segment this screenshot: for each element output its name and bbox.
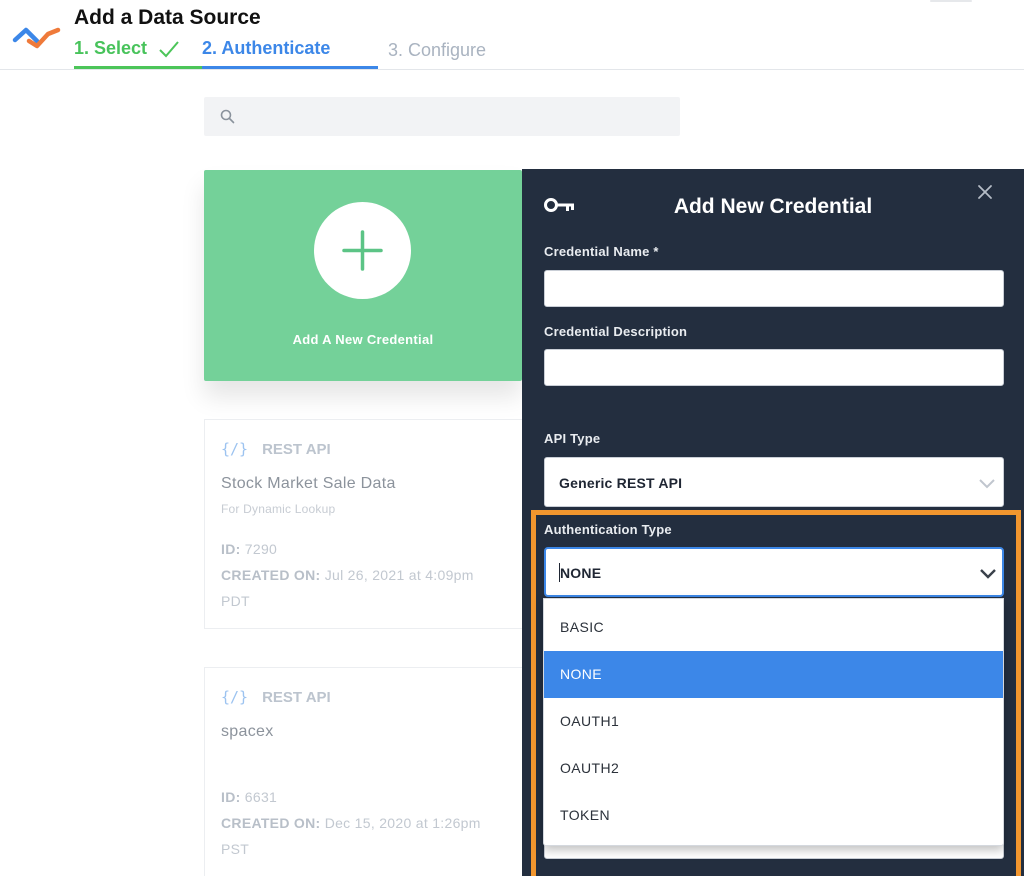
api-type-label: API Type	[544, 431, 601, 446]
credential-description-input[interactable]	[544, 349, 1004, 386]
credential-type-label: REST API	[262, 689, 331, 706]
id-label: ID:	[221, 541, 241, 557]
auth-option-oauth2[interactable]: OAUTH2	[544, 745, 1003, 792]
credential-id: 6631	[244, 789, 278, 805]
add-button-circle[interactable]	[314, 202, 411, 299]
checkmark-icon	[159, 41, 179, 58]
credential-name: Stock Market Sale Data	[221, 475, 396, 492]
search-bar[interactable]	[204, 97, 680, 136]
add-credential-card[interactable]: Add A New Credential	[204, 170, 522, 381]
modal-title: Add New Credential	[673, 195, 873, 218]
credential-subtitle: For Dynamic Lookup	[221, 502, 336, 516]
credential-meta: ID: 6631 CREATED ON: Dec 15, 2020 at 1:2…	[221, 784, 481, 862]
credential-name: spacex	[221, 723, 274, 740]
chevron-down-icon	[980, 569, 996, 579]
step-select-label: 1. Select	[74, 38, 148, 58]
api-type-select[interactable]: Generic REST API	[544, 457, 1004, 507]
credential-type-label: REST API	[262, 441, 331, 458]
app-logo-icon	[12, 27, 61, 49]
credential-meta: ID: 7290 CREATED ON: Jul 26, 2021 at 4:0…	[221, 536, 474, 614]
code-braces-icon: {/}	[221, 688, 249, 706]
api-type-value: Generic REST API	[559, 475, 683, 491]
auth-type-select[interactable]: NONE	[544, 547, 1004, 597]
credential-timezone: PST	[221, 841, 250, 857]
page-title: Add a Data Source	[74, 6, 261, 29]
credential-timezone: PDT	[221, 593, 250, 609]
auth-option-none[interactable]: NONE	[544, 651, 1003, 698]
credential-description-label: Credential Description	[544, 324, 688, 339]
auth-option-token[interactable]: TOKEN	[544, 792, 1003, 839]
credential-name-label: Credential Name *	[544, 244, 659, 259]
step-select[interactable]: 1. Select	[74, 36, 202, 69]
close-icon[interactable]	[975, 182, 995, 202]
id-label: ID:	[221, 789, 241, 805]
credential-card[interactable]: {/} REST API spacex ID: 6631 CREATED ON: …	[204, 667, 522, 876]
auth-type-label: Authentication Type	[544, 522, 672, 537]
step-configure-label: 3. Configure	[388, 40, 487, 60]
auth-option-basic[interactable]: BASIC	[544, 604, 1003, 651]
search-icon	[220, 109, 235, 124]
plus-icon	[342, 230, 383, 271]
credential-name-input[interactable]	[544, 270, 1004, 307]
credential-type: {/} REST API	[221, 440, 331, 458]
chevron-down-icon	[979, 479, 995, 489]
credential-created: Jul 26, 2021 at 4:09pm	[324, 567, 474, 583]
header-corner-control[interactable]	[930, 0, 972, 2]
credential-created: Dec 15, 2020 at 1:26pm	[324, 815, 481, 831]
auth-option-oauth1[interactable]: OAUTH1	[544, 698, 1003, 745]
created-label: CREATED ON:	[221, 815, 321, 831]
credential-type: {/} REST API	[221, 688, 331, 706]
stepper: 1. Select 2. Authenticate 3. Configure	[74, 36, 518, 69]
step-authenticate-label: 2. Authenticate	[202, 38, 331, 58]
code-braces-icon: {/}	[221, 440, 249, 458]
step-configure[interactable]: 3. Configure	[378, 36, 518, 69]
credential-card[interactable]: {/} REST API Stock Market Sale Data For D…	[204, 419, 522, 629]
add-credential-label: Add A New Credential	[292, 332, 434, 347]
step-authenticate[interactable]: 2. Authenticate	[202, 36, 378, 69]
credential-id: 7290	[244, 541, 278, 557]
app-header: Add a Data Source 1. Select 2. Authentic…	[0, 0, 1024, 70]
auth-type-value: NONE	[560, 565, 602, 581]
created-label: CREATED ON:	[221, 567, 321, 583]
auth-type-dropdown: BASIC NONE OAUTH1 OAUTH2 TOKEN	[543, 598, 1004, 846]
